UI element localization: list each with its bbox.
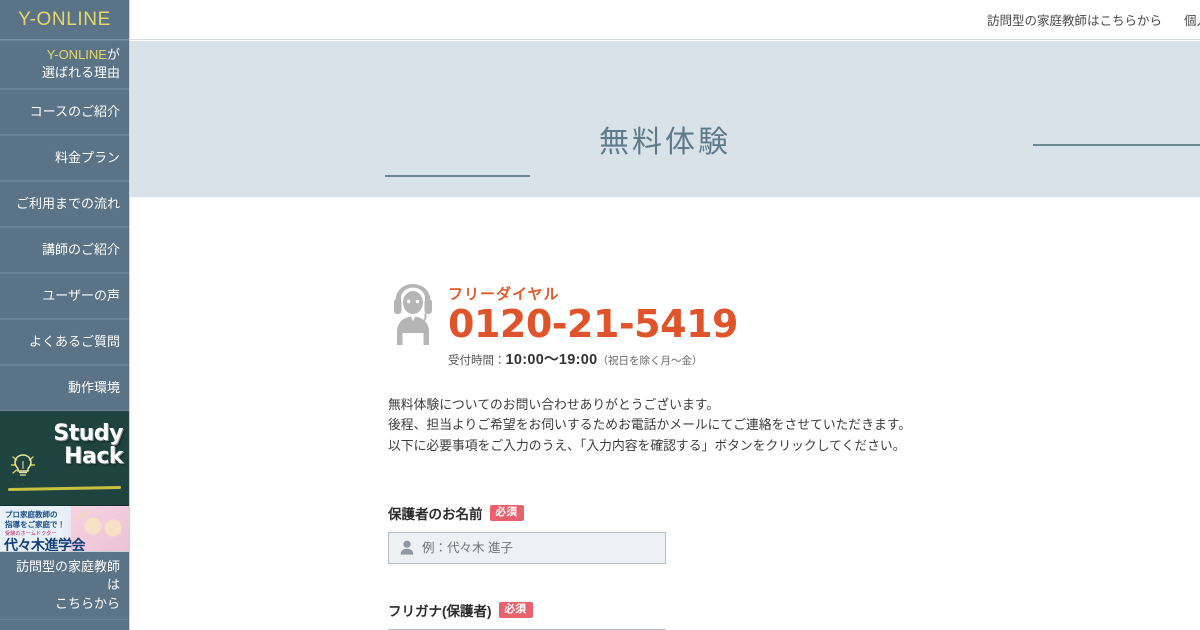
lead-line-1: 無料体験についてのお問い合わせありがとうございます。 [388,396,720,412]
banner-study-hack[interactable]: Study Hack [0,410,129,506]
hero-banner: 無料体験 [130,41,1200,197]
sidebar-cta-text: 訪問型の家庭教師は こちらから [9,558,120,613]
hero-inner: 無料体験 [130,41,1200,197]
banner-study-hack-text: Study Hack [53,420,123,469]
sidebar-item-pricing-label: 料金プラン [54,149,120,165]
field-guardian-name-required-badge: 必須 [489,505,524,521]
sidebar-cta-home-tutor[interactable]: 訪問型の家庭教師は こちらから [0,551,129,621]
sidebar-item-teachers[interactable]: 講師のご紹介 [0,226,129,273]
sidebar-item-flow-label: ご利用までの流れ [15,195,120,211]
field-guardian-name-input-wrap[interactable] [388,531,666,564]
business-hours: 受付時間：10:00〜19:00（祝日を除く月〜金） [448,348,738,369]
field-guardian-kana-label: フリガナ(保護者) [388,603,492,619]
sidebar-item-reason[interactable]: Y-ONLINEが 選ばれる理由 [0,40,129,89]
lead-paragraph: 無料体験についてのお問い合わせありがとうございます。 後程、担当よりご希望をお伺… [388,395,1200,457]
sidebar-item-faq[interactable]: よくあるご質問 [0,318,129,365]
sidebar-item-reason-line2: 選ばれる理由 [41,65,120,81]
field-guardian-kana-label-row: フリガナ(保護者) 必須 [388,600,1200,620]
page-root: Y-ONLINE Y-ONLINEが 選ばれる理由 コースのご紹介 料金プラン … [0,0,1200,630]
site-logo[interactable]: Y-ONLINE [0,0,129,40]
guardian-name-input[interactable] [422,532,665,563]
sidebar-item-voices-label: ユーザーの声 [42,287,120,303]
banner-yoyogi[interactable]: プロ家庭教師の 指導をご家庭で！ 受験のホームドクター 代々木進学会 [0,505,129,552]
sidebar-item-reason-rest: が [106,47,120,62]
banner-yoyogi-title: 代々木進学会 [4,536,86,552]
sidebar-item-environment-label: 動作環境 [67,379,120,395]
lightbulb-icon [10,454,36,476]
operator-headset-icon [394,284,432,345]
sidebar-item-environment[interactable]: 動作環境 [0,364,129,411]
sidebar-cta-line1: 訪問型の家庭教師は [15,558,120,593]
sidebar-item-flow[interactable]: ご利用までの流れ [0,180,129,227]
hero-rule-left [385,175,530,177]
field-guardian-name: 保護者のお名前 必須 [388,503,1200,564]
field-guardian-name-label: 保護者のお名前 [388,506,483,522]
business-hours-value: 10:00〜19:00 [505,351,598,368]
banner-study-hack-underline [7,485,122,491]
site-header: 訪問型の家庭教師はこちらから 個人情報 [130,0,1200,40]
freedial-label: フリーダイヤル [448,286,560,303]
sidebar-item-faq-label: よくあるご質問 [28,333,120,349]
lead-line-3: 以下に必要事項をご入力のうえ、「入力内容を確認する」ボタンをクリックしてください… [388,438,906,454]
sidebar-cta-line2: こちらから [54,595,120,611]
banner-yoyogi-copy: プロ家庭教師の 指導をご家庭で！ [5,510,65,530]
sidebar-item-reason-highlight: Y-ONLINE [46,47,107,62]
header-link-home-tutor[interactable]: 訪問型の家庭教師はこちらから [987,10,1162,29]
business-hours-note: （祝日を除く月〜金） [597,354,703,367]
banner-study-hack-line1: Study [53,420,123,446]
header-link-privacy[interactable]: 個人情報 [1184,10,1200,29]
site-logo-text: Y-ONLINE [18,8,111,30]
sidebar-item-courses[interactable]: コースのご紹介 [0,88,129,135]
field-guardian-kana-required-badge: 必須 [498,602,533,618]
sidebar-item-voices[interactable]: ユーザーの声 [0,272,129,319]
banner-yoyogi-copy-line1: プロ家庭教師の [5,509,58,519]
contact-phone-block: フリーダイヤル 0120-21-5419 受付時間：10:00〜19:00（祝日… [388,279,1200,369]
field-guardian-kana: フリガナ(保護者) 必須 [388,600,1200,630]
page-title: 無料体験 [599,126,731,159]
sidebar-item-courses-label: コースのご紹介 [29,103,120,119]
header-nav: 訪問型の家庭教師はこちらから 個人情報 [987,10,1200,29]
contact-phone-text: フリーダイヤル 0120-21-5419 受付時間：10:00〜19:00（祝日… [448,279,738,369]
banner-study-hack-line2: Hack [64,443,123,469]
sidebar-item-pricing[interactable]: 料金プラン [0,134,129,181]
sidebar-tail [0,620,129,630]
lead-line-2: 後程、担当よりご希望をお伺いするためお電話かメールにてご連絡をさせていただきます… [388,417,912,433]
banner-yoyogi-copy-line2: 指導をご家庭で！ [5,519,65,529]
phone-number[interactable]: 0120-21-5419 [448,305,738,344]
field-guardian-name-label-row: 保護者のお名前 必須 [388,503,1200,523]
sidebar-item-teachers-label: 講師のご紹介 [41,241,120,257]
person-icon [400,541,414,556]
sidebar: Y-ONLINE Y-ONLINEが 選ばれる理由 コースのご紹介 料金プラン … [0,0,130,630]
business-hours-prefix: 受付時間： [448,354,506,367]
main-content: フリーダイヤル 0120-21-5419 受付時間：10:00〜19:00（祝日… [130,197,1200,630]
sidebar-item-reason-label: Y-ONLINEが 選ばれる理由 [42,46,120,83]
inquiry-form: 保護者のお名前 必須 フリガナ(保護者) 必須 [388,503,1200,630]
